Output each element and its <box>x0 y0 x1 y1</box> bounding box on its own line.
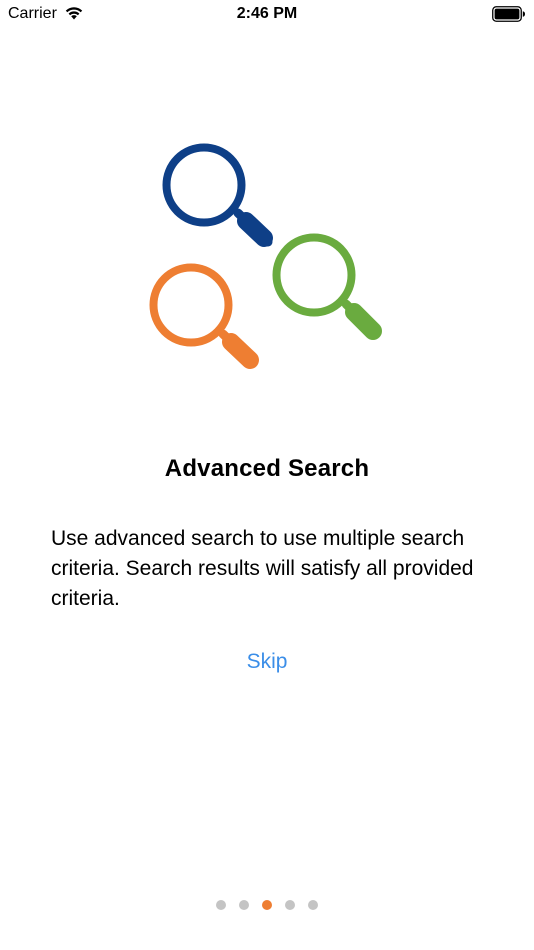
page-dot-2[interactable] <box>239 900 249 910</box>
magnifier-orange-icon <box>149 263 259 369</box>
magnifier-blue-icon <box>162 143 273 247</box>
page-indicator[interactable] <box>0 900 534 910</box>
page-dot-5[interactable] <box>308 900 318 910</box>
skip-button[interactable]: Skip <box>0 650 534 674</box>
status-bar: Carrier 2:46 PM <box>0 0 534 30</box>
status-time: 2:46 PM <box>236 5 298 22</box>
page-dot-1[interactable] <box>216 900 226 910</box>
page-title: Advanced Search <box>164 455 370 482</box>
search-illustration <box>149 143 382 369</box>
page-dot-3-active[interactable] <box>262 900 272 910</box>
page-dot-4[interactable] <box>285 900 295 910</box>
page-description: Use advanced search to use multiple sear… <box>51 527 474 610</box>
magnifier-green-icon <box>272 233 382 340</box>
battery-icon <box>492 6 525 22</box>
